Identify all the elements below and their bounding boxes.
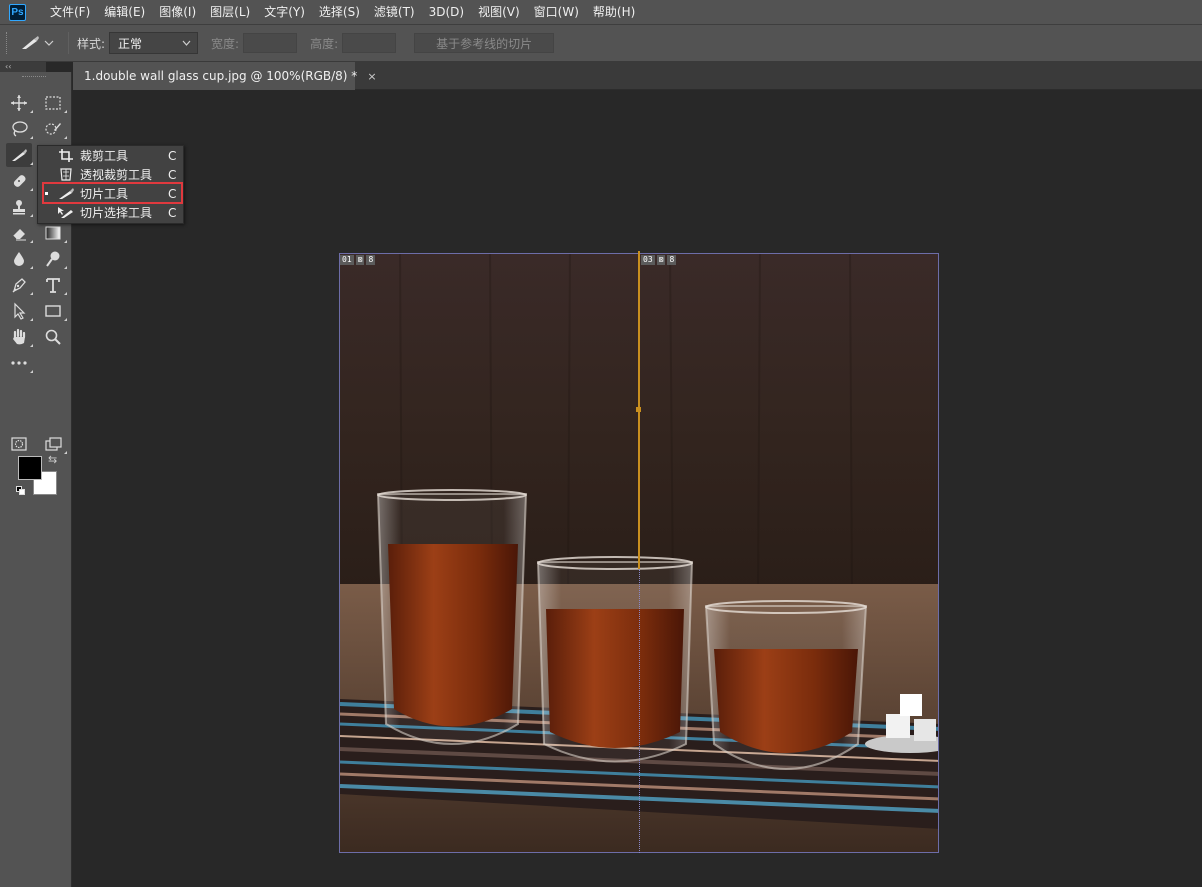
menu-help[interactable]: 帮助(H) [586, 0, 642, 24]
slice-select-icon [56, 205, 76, 220]
photoshop-window: Ps 文件(F) 编辑(E) 图像(I) 图层(L) 文字(Y) 选择(S) 滤… [0, 0, 1202, 887]
flyout-shortcut: C [168, 205, 177, 220]
flyout-item-slice-select[interactable]: 切片选择工具 C [38, 203, 183, 222]
slice-link-badge: 8 [667, 254, 677, 265]
perspective-crop-icon [56, 167, 76, 182]
eraser-tool[interactable] [6, 221, 33, 245]
toolbar-collapse-button[interactable]: ‹‹ [0, 62, 46, 72]
gradient-tool[interactable] [40, 221, 67, 245]
flyout-label: 切片选择工具 [80, 206, 153, 220]
clone-stamp-tool[interactable] [6, 195, 33, 219]
width-label: 宽度: [211, 36, 240, 51]
flyout-shortcut: C [168, 148, 177, 163]
toolbar-grip[interactable] [22, 76, 46, 79]
height-field[interactable] [342, 33, 397, 53]
hand-icon [13, 328, 26, 345]
options-separator [68, 32, 69, 54]
crop-icon [56, 148, 76, 163]
dodge-tool[interactable] [40, 247, 67, 271]
lasso-icon [12, 121, 28, 137]
dodge-icon [46, 251, 60, 267]
slice-badge-03[interactable]: 03 ⊠ 8 [641, 254, 677, 265]
menu-select[interactable]: 选择(S) [312, 0, 367, 24]
screen-mode-icon [45, 437, 62, 451]
type-tool[interactable] [40, 273, 67, 297]
document-tab-title: 1.double wall glass cup.jpg @ 100%(RGB/8… [84, 69, 358, 83]
image-slice-icon: ⊠ [355, 254, 365, 265]
slice-number: 03 [641, 254, 655, 265]
slice-badge-01[interactable]: 01 ⊠ 8 [340, 254, 376, 265]
rectangle-tool[interactable] [40, 299, 67, 323]
blur-tool[interactable] [6, 247, 33, 271]
move-tool[interactable] [6, 91, 33, 115]
chevron-down-icon [44, 40, 54, 46]
bandage-icon [13, 175, 26, 187]
default-colors-icon[interactable] [16, 486, 26, 496]
quick-selection-tool[interactable] [40, 117, 67, 141]
pen-tool[interactable] [6, 273, 33, 297]
arrow-pointer-icon [14, 302, 26, 320]
menu-view[interactable]: 视图(V) [471, 0, 527, 24]
style-label: 样式: [77, 36, 106, 51]
style-select[interactable]: 正常 [109, 32, 199, 54]
slices-from-guides-button[interactable]: 基于参考线的切片 [414, 33, 555, 53]
flyout-shortcut: C [168, 167, 177, 182]
menu-file[interactable]: 文件(F) [43, 0, 97, 24]
lasso-tool[interactable] [6, 117, 33, 141]
slice-boundary [639, 569, 640, 853]
flyout-label: 裁剪工具 [80, 149, 129, 163]
menu-filter[interactable]: 滤镜(T) [367, 0, 422, 24]
more-icon [11, 361, 27, 365]
slice-tool-button[interactable] [6, 143, 33, 167]
quick-mask-button[interactable] [6, 432, 32, 456]
gradient-icon [45, 226, 61, 240]
options-bar: 样式: 正常 宽度: 高度: 基于参考线的切片 [0, 24, 1202, 62]
height-label: 高度: [310, 36, 339, 51]
menu-edit[interactable]: 编辑(E) [97, 0, 152, 24]
stamp-icon [13, 200, 25, 215]
document-tab[interactable]: 1.double wall glass cup.jpg @ 100%(RGB/8… [73, 62, 377, 90]
document-tab-bar: 1.double wall glass cup.jpg @ 100%(RGB/8… [73, 62, 1202, 90]
move-icon [11, 95, 27, 111]
image-slice-icon: ⊠ [656, 254, 666, 265]
rectangle-icon [45, 305, 61, 317]
tool-preset-picker[interactable] [20, 35, 62, 51]
healing-brush-tool[interactable] [6, 169, 33, 193]
slice-number: 01 [340, 254, 354, 265]
quick-selection-icon [45, 123, 61, 135]
menu-layer[interactable]: 图层(L) [203, 0, 257, 24]
options-bar-grip[interactable] [6, 32, 10, 54]
flyout-item-crop[interactable]: 裁剪工具 C [38, 146, 183, 165]
magnifier-icon [45, 329, 61, 345]
menu-image[interactable]: 图像(I) [152, 0, 203, 24]
marquee-tool[interactable] [40, 91, 67, 115]
ps-logo-icon: Ps [9, 3, 26, 21]
slice-link-badge: 8 [366, 254, 376, 265]
menu-window[interactable]: 窗口(W) [527, 0, 586, 24]
foreground-color-swatch[interactable] [18, 456, 42, 480]
menu-bar: Ps 文件(F) 编辑(E) 图像(I) 图层(L) 文字(Y) 选择(S) 滤… [0, 0, 1202, 24]
width-field[interactable] [243, 33, 298, 53]
quick-mask-icon [11, 437, 27, 451]
menu-3d[interactable]: 3D(D) [422, 0, 471, 24]
path-selection-tool[interactable] [6, 299, 33, 323]
eraser-icon [12, 229, 26, 241]
edit-toolbar-button[interactable] [6, 351, 33, 375]
flyout-label: 透视裁剪工具 [80, 168, 153, 182]
annotation-highlight [42, 182, 183, 204]
screen-mode-button[interactable] [40, 432, 67, 456]
zoom-tool[interactable] [40, 325, 66, 349]
drop-icon [14, 252, 24, 266]
chevron-down-icon [182, 40, 191, 46]
slice-icon [22, 36, 39, 49]
pen-icon [12, 278, 26, 293]
slice-icon [12, 149, 27, 161]
close-icon[interactable]: × [367, 70, 376, 83]
slice-handle[interactable] [636, 407, 641, 412]
rect-marquee-icon [45, 96, 61, 110]
type-icon [46, 278, 60, 293]
menu-type[interactable]: 文字(Y) [257, 0, 312, 24]
hand-tool[interactable] [6, 325, 33, 349]
style-select-value: 正常 [118, 36, 143, 51]
